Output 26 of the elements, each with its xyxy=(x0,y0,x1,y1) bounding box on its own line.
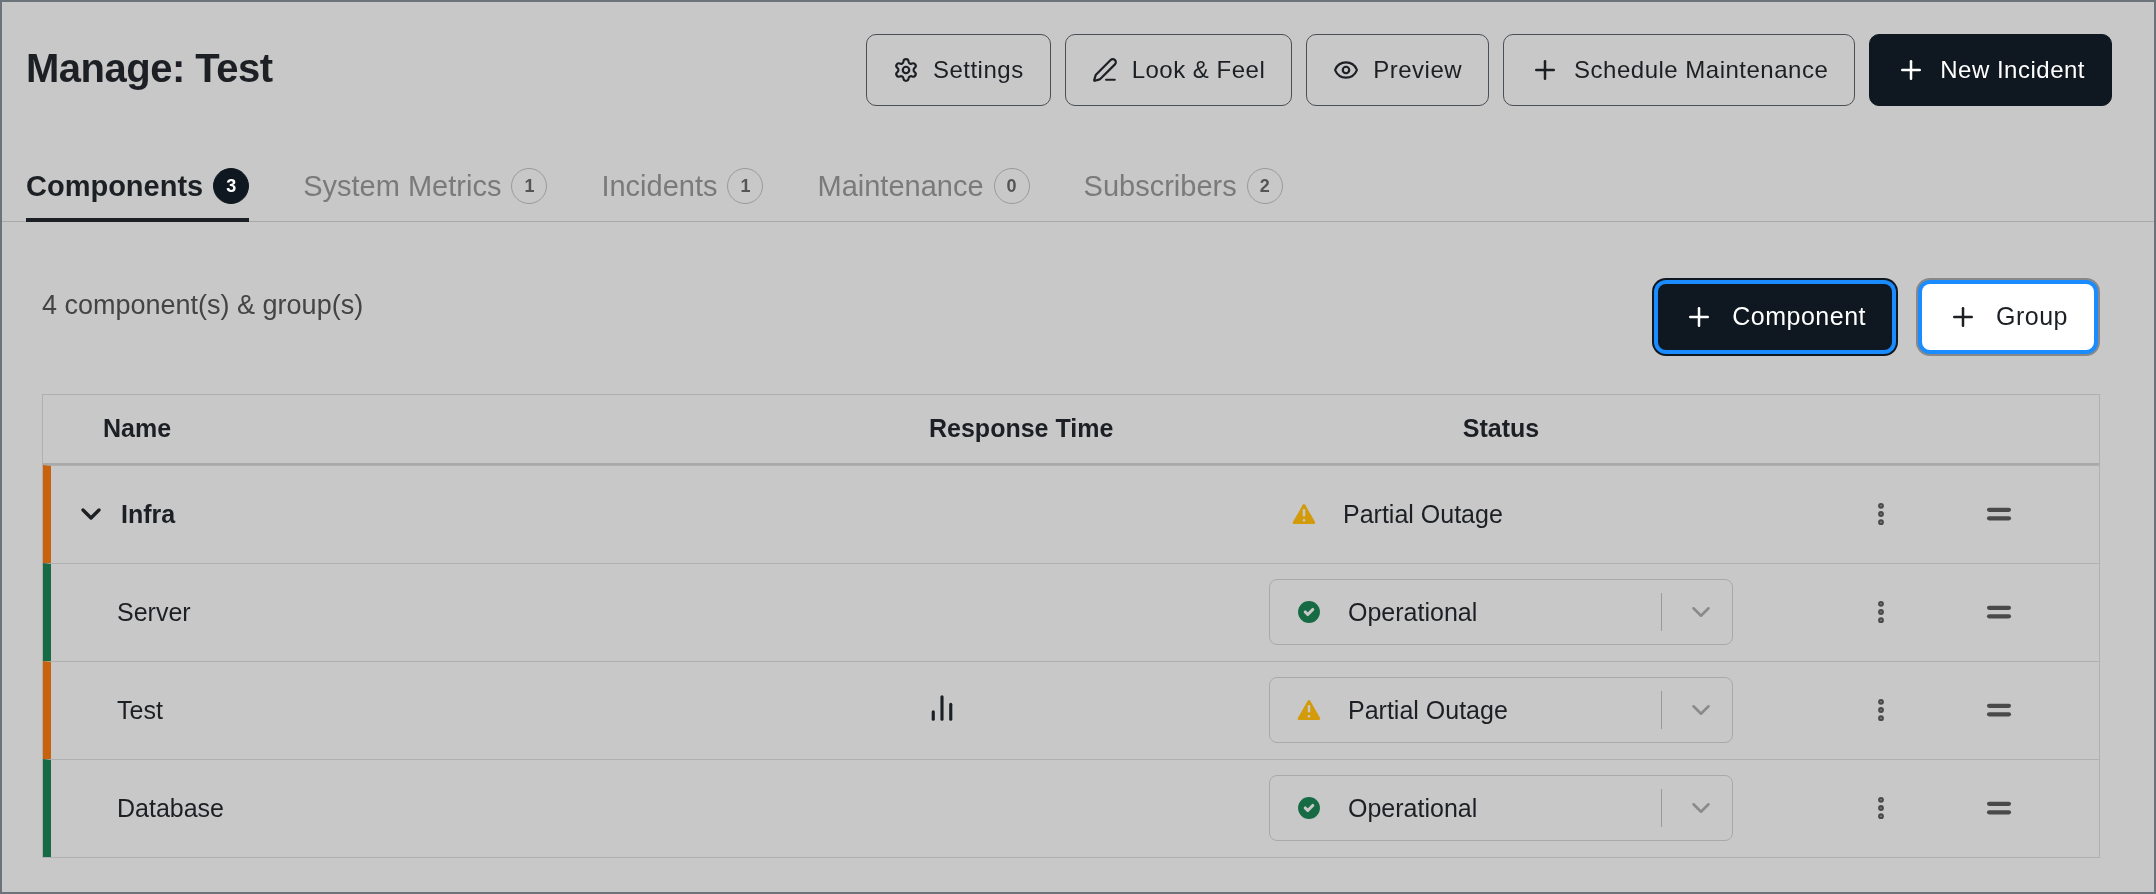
tab[interactable]: System Metrics 1 xyxy=(303,168,548,222)
settings-icon xyxy=(892,57,919,83)
count-badge: 3 xyxy=(213,168,250,204)
status-select[interactable]: Operational xyxy=(1269,579,1733,645)
tab[interactable]: Maintenance 0 xyxy=(817,168,1030,222)
status-label: Partial Outage xyxy=(1343,499,1503,529)
status-select[interactable]: Partial Outage xyxy=(1269,677,1733,743)
pencil-icon xyxy=(1091,57,1118,83)
status-select[interactable]: Operational xyxy=(1269,775,1733,841)
tab[interactable]: Subscribers 2 xyxy=(1083,168,1283,222)
column-header: Name xyxy=(102,414,173,443)
header-button[interactable]: Settings xyxy=(865,34,1051,106)
page-title: Manage: Test xyxy=(26,46,273,91)
tab[interactable]: Incidents 1 xyxy=(601,168,764,222)
group-name: Infra xyxy=(121,499,176,529)
header-button[interactable]: Preview xyxy=(1306,34,1490,106)
column-header: Response Time xyxy=(928,414,1115,443)
tab[interactable]: Components 3 xyxy=(26,168,250,222)
component-name: Server xyxy=(117,597,191,627)
component-name: Database xyxy=(117,793,225,823)
component-name: Test xyxy=(117,695,163,725)
summary-text: 4 component(s) & group(s) xyxy=(42,289,364,321)
header-button[interactable]: Schedule Maintenance xyxy=(1503,34,1856,106)
header-button[interactable]: New Incident xyxy=(1869,34,2112,106)
header-button[interactable]: Look & Feel xyxy=(1064,34,1293,106)
column-header: Status xyxy=(1461,414,1541,443)
